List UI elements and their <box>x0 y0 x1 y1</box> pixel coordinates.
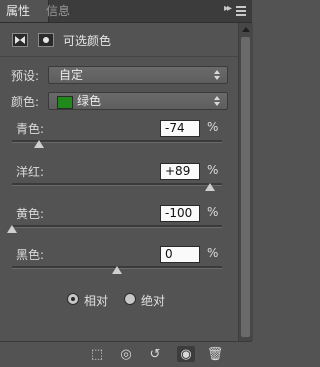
cyan-percent: % <box>207 120 219 134</box>
dropdown-arrows-icon <box>214 69 221 81</box>
magenta-input[interactable]: +89 <box>160 163 200 180</box>
header-divider <box>0 56 238 57</box>
scroll-up-icon[interactable] <box>242 27 250 32</box>
clip-to-layer-icon[interactable]: ⬚ <box>88 346 106 362</box>
yellow-label: 黄色: <box>16 207 45 221</box>
preset-dropdown[interactable]: 自定 <box>48 66 228 84</box>
color-dropdown[interactable]: 绿色 <box>48 92 228 110</box>
yellow-input[interactable]: -100 <box>160 205 200 222</box>
magenta-slider-thumb[interactable] <box>205 183 216 191</box>
black-label: 黑色: <box>16 248 45 262</box>
black-slider-thumb[interactable] <box>112 266 122 274</box>
cyan-slider-thumb[interactable] <box>34 140 45 148</box>
visibility-eye-icon[interactable]: ◉ <box>177 346 195 362</box>
color-swatch <box>57 96 73 109</box>
yellow-slider-track[interactable] <box>12 225 222 228</box>
adjustment-toolbar: ⬚ ◎ ↺ ◉ 🗑 <box>0 341 252 367</box>
radio-relative-label: 相对 <box>84 294 109 308</box>
preset-label: 预设: <box>11 69 40 83</box>
magenta-percent: % <box>207 163 219 177</box>
yellow-slider-thumb[interactable] <box>7 225 17 233</box>
panel-scrollbar[interactable] <box>238 23 253 341</box>
trash-icon[interactable]: 🗑 <box>206 346 224 362</box>
color-value: 绿色 <box>77 94 102 108</box>
black-percent: % <box>207 246 219 260</box>
black-input[interactable]: 0 <box>160 246 200 263</box>
yellow-percent: % <box>207 205 219 219</box>
radio-relative[interactable]: 相对 <box>67 292 117 308</box>
color-label: 颜色: <box>11 95 40 109</box>
radio-absolute[interactable]: 绝对 <box>124 292 174 308</box>
view-previous-state-icon[interactable]: ◎ <box>117 346 135 362</box>
reset-icon[interactable]: ↺ <box>146 346 164 362</box>
radio-absolute-indicator[interactable] <box>124 293 136 305</box>
selective-color-icon[interactable] <box>12 33 28 47</box>
cyan-label: 青色: <box>16 122 45 136</box>
preset-value: 自定 <box>59 68 84 82</box>
radio-relative-indicator[interactable] <box>67 293 79 305</box>
layer-mask-icon[interactable] <box>38 33 54 47</box>
properties-panel: 属性 信息 ▸▸ 可选颜色 预设: 自定 颜色: 绿色 青色: -74 % 洋红… <box>0 0 253 367</box>
collapse-panel-icon[interactable]: ▸▸ <box>224 3 232 14</box>
panel-tab-bar: 属性 信息 ▸▸ <box>0 0 252 23</box>
tab-info[interactable]: 信息 <box>40 0 76 22</box>
adjustment-header: 可选颜色 <box>0 23 238 55</box>
scrollbar-thumb[interactable] <box>241 37 250 337</box>
adjustment-title: 可选颜色 <box>63 34 112 48</box>
cyan-input[interactable]: -74 <box>160 120 200 137</box>
radio-absolute-label: 绝对 <box>141 294 166 308</box>
panel-menu-icon[interactable] <box>236 6 246 16</box>
magenta-label: 洋红: <box>16 165 45 179</box>
magenta-slider-track[interactable] <box>12 183 222 186</box>
dropdown-arrows-icon <box>214 95 221 107</box>
